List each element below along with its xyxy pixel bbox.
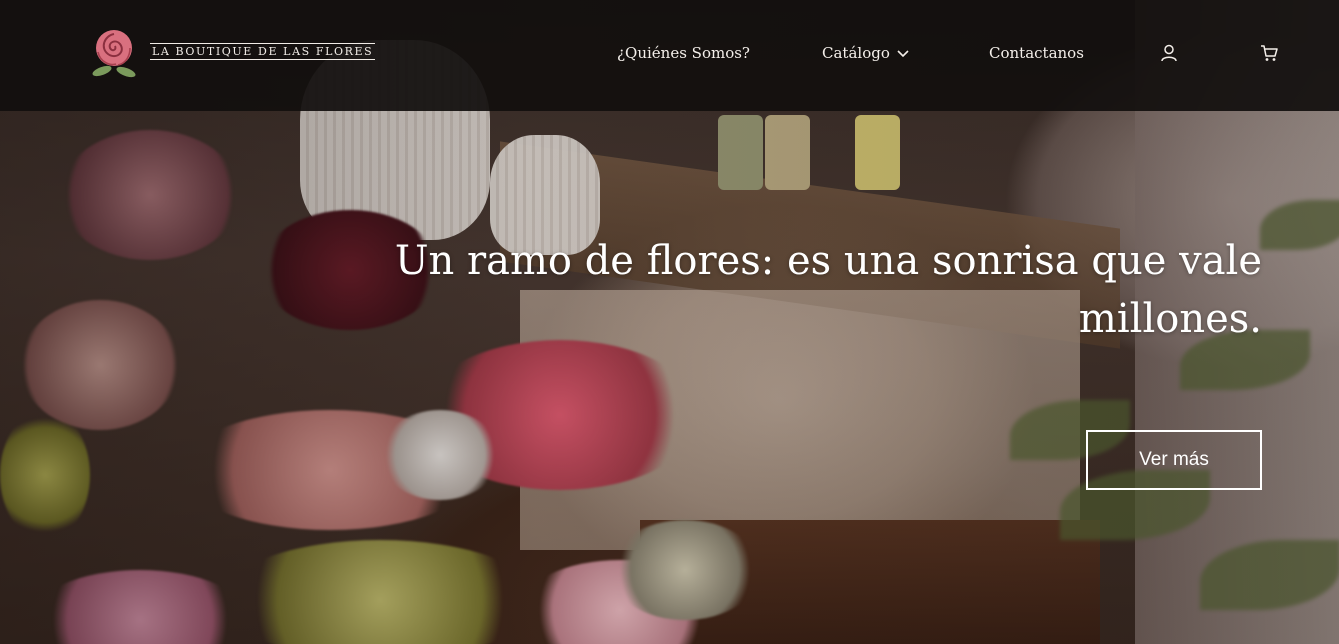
cart-icon (1261, 45, 1278, 61)
chevron-down-icon (897, 50, 909, 58)
ver-mas-button[interactable]: Ver más (1086, 430, 1262, 490)
brand-name: LA BOUTIQUE DE LAS FLORES (150, 42, 376, 60)
brand-logo[interactable]: LA BOUTIQUE DE LAS FLORES (86, 26, 376, 82)
rose-icon (92, 30, 136, 78)
site-header: LA BOUTIQUE DE LAS FLORES ¿Quiénes Somos… (0, 0, 1339, 111)
cart-button[interactable] (1259, 43, 1279, 63)
nav-link-contactanos[interactable]: Contactanos (989, 44, 1084, 62)
user-icon (1161, 44, 1177, 62)
account-button[interactable] (1159, 43, 1179, 63)
nav-link-catalogo[interactable]: Catálogo (822, 44, 910, 62)
hero-headline: Un ramo de flores: es una sonrisa que va… (394, 238, 1262, 342)
nav-link-quienes-somos[interactable]: ¿Quiénes Somos? (617, 44, 750, 62)
nav-link-catalogo-label: Catálogo (822, 44, 890, 62)
